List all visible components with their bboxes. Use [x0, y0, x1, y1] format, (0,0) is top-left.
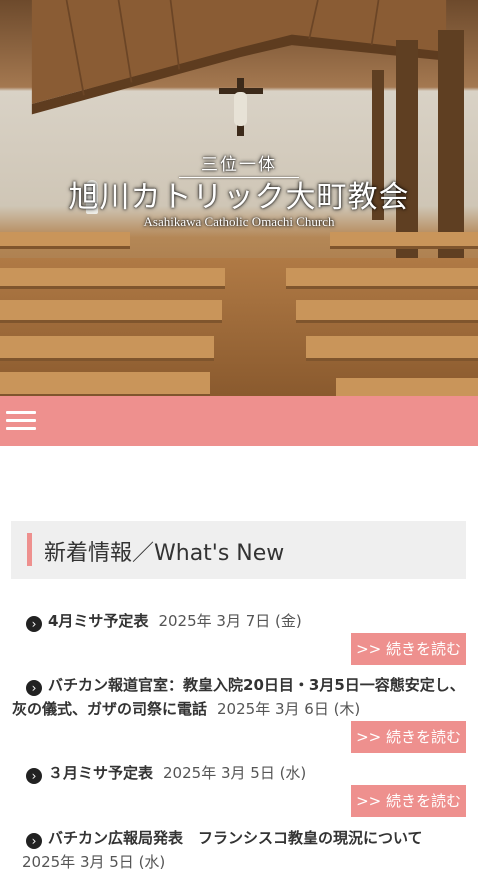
- news-item-title[interactable]: 4月ミサ予定表: [48, 612, 148, 630]
- pew: [0, 336, 214, 361]
- header-banner: 三位一体 旭川カトリック大町教会 Asahikawa Catholic Omac…: [0, 0, 478, 396]
- read-more-button[interactable]: >> 続きを読む: [351, 633, 466, 665]
- site-logo[interactable]: 三位一体 旭川カトリック大町教会 Asahikawa Catholic Omac…: [0, 150, 478, 230]
- read-more-button[interactable]: >> 続きを読む: [351, 785, 466, 817]
- logo-title: 旭川カトリック大町教会: [68, 180, 410, 215]
- news-item-date: 2025年 3月 5日 (水): [163, 764, 307, 782]
- pew: [330, 232, 478, 249]
- logo-english-title: Asahikawa Catholic Omachi Church: [143, 214, 335, 229]
- navigation-bar: [0, 396, 478, 446]
- pew: [306, 336, 478, 361]
- news-item-date: 2025年 3月 7日 (金): [158, 612, 302, 630]
- news-item: › バチカン報道官室：教皇入院20日目・3月5日一容態安定し、灰の儀式、ガザの司祭…: [12, 673, 466, 721]
- logo-divider: [179, 177, 299, 178]
- pew: [0, 232, 130, 249]
- hamburger-menu-icon[interactable]: [6, 409, 36, 433]
- news-item-title[interactable]: バチカン広報局発表 フランシスコ教皇の現況について: [48, 829, 423, 847]
- pew: [296, 300, 478, 323]
- logo-subtitle: 三位一体: [201, 155, 277, 175]
- read-more-button[interactable]: >> 続きを読む: [351, 721, 466, 753]
- chevron-right-icon: ›: [26, 616, 42, 632]
- pew: [0, 268, 225, 289]
- news-item: › 4月ミサ予定表 2025年 3月 7日 (金): [12, 609, 466, 633]
- news-item-title[interactable]: ３月ミサ予定表: [48, 764, 153, 782]
- news-item-date: 2025年 3月 6日 (木): [217, 700, 361, 718]
- pew: [336, 378, 478, 396]
- news-section-header: 新着情報／What's New: [11, 521, 466, 579]
- pew: [0, 300, 222, 323]
- news-item-date: 2025年 3月 5日 (水): [22, 853, 166, 871]
- pew: [286, 268, 478, 289]
- news-item: › バチカン広報局発表 フランシスコ教皇の現況について 2025年 3月 5日 (水…: [12, 826, 466, 874]
- heading-accent-bar: [27, 533, 32, 566]
- pew: [0, 372, 210, 396]
- crucifix-figure: [234, 92, 247, 126]
- chevron-right-icon: ›: [26, 768, 42, 784]
- chevron-right-icon: ›: [26, 680, 42, 696]
- news-item: › ３月ミサ予定表 2025年 3月 5日 (水): [12, 761, 466, 785]
- chevron-right-icon: ›: [26, 833, 42, 849]
- news-heading: 新着情報／What's New: [44, 541, 285, 566]
